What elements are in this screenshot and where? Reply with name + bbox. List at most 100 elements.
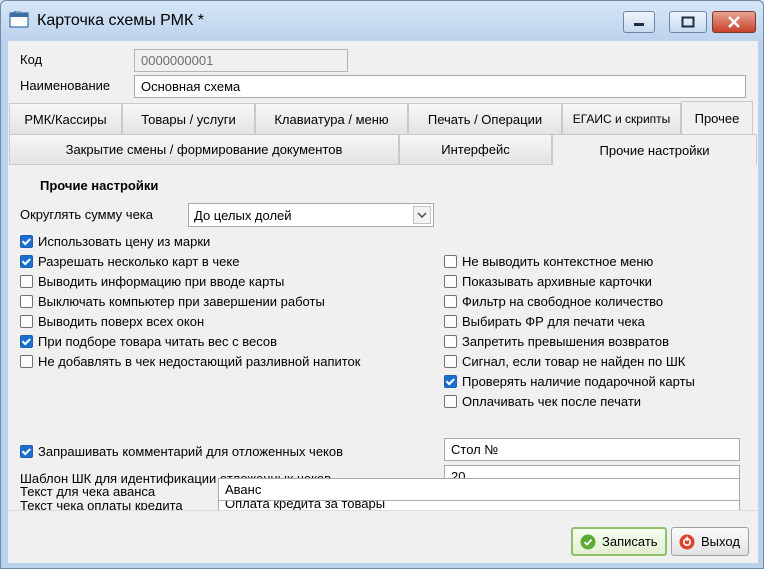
tab-goods-services[interactable]: Товары / услуги (122, 103, 255, 134)
checkbox-box[interactable] (20, 445, 33, 458)
checkmark-circle-icon (580, 534, 596, 549)
tab-other[interactable]: Прочее (681, 101, 753, 135)
checkbox-label: Выводить поверх всех окон (38, 314, 205, 329)
maximize-button[interactable] (669, 11, 707, 33)
checkbox-shutdown-on-exit[interactable]: Выключать компьютер при завершении работ… (20, 294, 325, 309)
checkbox-label: Не выводить контекстное меню (462, 254, 654, 269)
round-select-value: До целых долей (194, 207, 292, 223)
checkbox-label: Запретить превышения возвратов (462, 334, 670, 349)
minimize-icon (634, 23, 644, 26)
tab-label: Клавиатура / меню (274, 111, 389, 127)
dropdown-button[interactable] (413, 206, 431, 224)
tab-print-operations[interactable]: Печать / Операции (408, 103, 562, 134)
subtab-shift-closing[interactable]: Закрытие смены / формирование документов (9, 134, 399, 165)
close-button[interactable] (712, 11, 756, 33)
button-bar: Записать Выход (8, 510, 758, 563)
checkbox-box[interactable] (444, 275, 457, 288)
checkbox-label: Использовать цену из марки (38, 234, 211, 249)
main-tab-strip: РМК/Кассиры Товары / услуги Клавиатура /… (8, 101, 758, 135)
checkbox-request-comment[interactable]: Запрашивать комментарий для отложенных ч… (20, 444, 343, 459)
save-button[interactable]: Записать (571, 527, 667, 556)
tab-label: РМК/Кассиры (24, 111, 107, 127)
checkbox-pay-after-print[interactable]: Оплачивать чек после печати (444, 394, 641, 409)
checkbox-box[interactable] (20, 235, 33, 248)
title-bar[interactable]: Карточка схемы РМК * (1, 1, 763, 41)
code-label: Код (20, 52, 43, 67)
maximize-icon (681, 16, 695, 28)
tab-pos-cashiers[interactable]: РМК/Кассиры (9, 103, 122, 134)
name-label: Наименование (20, 78, 111, 93)
checkbox-show-card-info[interactable]: Выводить информацию при вводе карты (20, 274, 284, 289)
checkbox-label: Выключать компьютер при завершении работ… (38, 294, 325, 309)
section-title: Прочие настройки (40, 178, 159, 193)
subtab-other-settings[interactable]: Прочие настройки (552, 134, 757, 165)
checkbox-box[interactable] (444, 255, 457, 268)
checkbox-box[interactable] (20, 275, 33, 288)
round-select[interactable]: До целых долей (188, 203, 434, 227)
checkbox-label: Выводить информацию при вводе карты (38, 274, 285, 289)
checkbox-free-qty-filter[interactable]: Фильтр на свободное количество (444, 294, 663, 309)
checkbox-box[interactable] (20, 295, 33, 308)
tab-label: Товары / услуги (141, 111, 236, 127)
checkbox-label: Сигнал, если товар не найден по ШК (462, 354, 686, 369)
subtab-interface[interactable]: Интерфейс (399, 134, 552, 165)
checkbox-label: Фильтр на свободное количество (462, 294, 664, 309)
tab-label: ЕГАИС и скрипты (572, 112, 671, 126)
dialog-body: Код 0000000001 Наименование Основная схе… (8, 41, 758, 563)
checkbox-box[interactable] (444, 355, 457, 368)
advance-text-label: Текст для чека аванса (20, 484, 156, 499)
checkbox-box[interactable] (20, 255, 33, 268)
power-icon (679, 534, 695, 549)
settings-panel: Прочие настройки Округлять сумму чека До… (8, 165, 758, 515)
checkbox-box[interactable] (444, 375, 457, 388)
checkbox-label: Оплачивать чек после печати (462, 394, 642, 409)
checkbox-allow-multiple-cards[interactable]: Разрешать несколько карт в чеке (20, 254, 239, 269)
tab-label: Прочее (694, 111, 740, 126)
checkbox-check-gift-card[interactable]: Проверять наличие подарочной карты (444, 374, 695, 389)
checkbox-use-mark-price[interactable]: Использовать цену из марки (20, 234, 210, 249)
sub-tab-strip: Закрытие смены / формирование документов… (8, 134, 758, 165)
checkbox-label: Разрешать несколько карт в чеке (38, 254, 240, 269)
subtab-label: Прочие настройки (599, 142, 710, 158)
name-field[interactable]: Основная схема (134, 75, 746, 98)
exit-button-label: Выход (701, 534, 740, 549)
app-window-icon (9, 11, 29, 28)
checkbox-no-draft-drink[interactable]: Не добавлять в чек недостающий разливной… (20, 354, 360, 369)
checkbox-no-context-menu[interactable]: Не выводить контекстное меню (444, 254, 653, 269)
checkbox-show-archive-cards[interactable]: Показывать архивные карточки (444, 274, 652, 289)
checkbox-read-scale-weight[interactable]: При подборе товара читать вес с весов (20, 334, 277, 349)
checkbox-label: Проверять наличие подарочной карты (462, 374, 695, 389)
tab-label: Печать / Операции (427, 111, 543, 127)
checkbox-box[interactable] (20, 315, 33, 328)
chevron-down-icon (417, 212, 427, 218)
exit-button[interactable]: Выход (671, 527, 749, 556)
checkbox-select-fiscal-printer[interactable]: Выбирать ФР для печати чека (444, 314, 645, 329)
checkbox-box[interactable] (20, 335, 33, 348)
subtab-label: Интерфейс (441, 142, 510, 157)
comment-template-field[interactable]: Стол № (444, 438, 740, 461)
subtab-label: Закрытие смены / формирование документов (65, 142, 343, 157)
round-label: Округлять сумму чека (20, 207, 153, 222)
checkbox-label: Показывать архивные карточки (462, 274, 652, 289)
checkbox-box[interactable] (444, 295, 457, 308)
advance-text-field[interactable]: Аванс (218, 478, 740, 501)
checkbox-label: Выбирать ФР для печати чека (462, 314, 645, 329)
code-field: 0000000001 (134, 49, 348, 72)
save-button-label: Записать (602, 534, 658, 549)
checkbox-label: Запрашивать комментарий для отложенных ч… (38, 444, 344, 459)
checkbox-box[interactable] (20, 355, 33, 368)
checkbox-box[interactable] (444, 315, 457, 328)
checkbox-signal-not-found[interactable]: Сигнал, если товар не найден по ШК (444, 354, 685, 369)
checkbox-box[interactable] (444, 395, 457, 408)
checkbox-box[interactable] (444, 335, 457, 348)
checkbox-label: Не добавлять в чек недостающий разливной… (38, 354, 361, 369)
close-icon (728, 16, 740, 28)
tab-egais-scripts[interactable]: ЕГАИС и скрипты (562, 103, 681, 134)
checkbox-always-on-top[interactable]: Выводить поверх всех окон (20, 314, 204, 329)
minimize-button[interactable] (623, 11, 655, 33)
tab-keyboard-menu[interactable]: Клавиатура / меню (255, 103, 408, 134)
checkbox-label: При подборе товара читать вес с весов (38, 334, 277, 349)
checkbox-forbid-excess-returns[interactable]: Запретить превышения возвратов (444, 334, 669, 349)
window-title: Карточка схемы РМК * (37, 12, 204, 29)
dialog-window: Карточка схемы РМК * Код 0000000001 Наим… (0, 0, 764, 569)
